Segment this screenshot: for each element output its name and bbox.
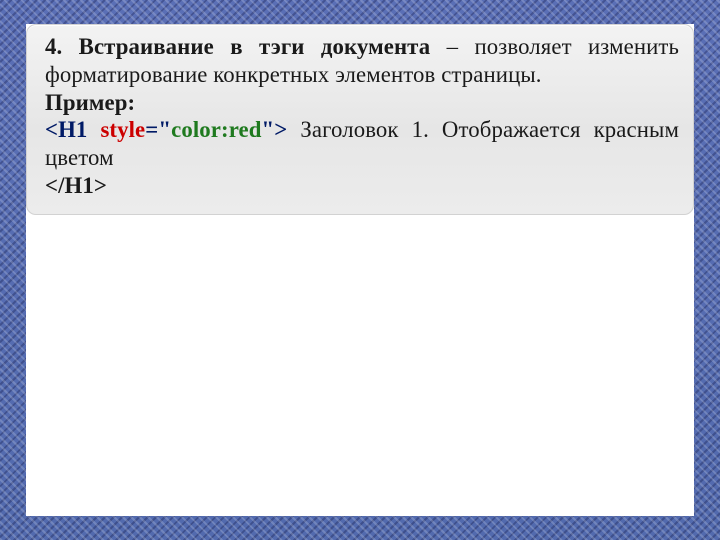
slide-page: 4. Встраивание в тэги документа – позвол…	[26, 24, 694, 516]
code-eq: ="	[145, 117, 171, 142]
code-attr: style	[100, 117, 145, 142]
paragraph-main: 4. Встраивание в тэги документа – позвол…	[45, 33, 679, 89]
code-lt: <	[45, 117, 58, 142]
code-qgt: ">	[262, 117, 288, 142]
code-value: color:red	[171, 117, 261, 142]
label-example: Пример:	[45, 89, 679, 117]
content-box: 4. Встраивание в тэги документа – позвол…	[26, 24, 694, 215]
slide-border: 4. Встраивание в тэги документа – позвол…	[0, 0, 720, 540]
title-bold: 4. Встраивание в тэги документа	[45, 34, 430, 59]
code-tag: H1	[58, 117, 100, 142]
code-line-close: </H1>	[45, 172, 679, 200]
code-line-open: <H1 style="color:red"> Заголовок 1. Отоб…	[45, 116, 679, 172]
